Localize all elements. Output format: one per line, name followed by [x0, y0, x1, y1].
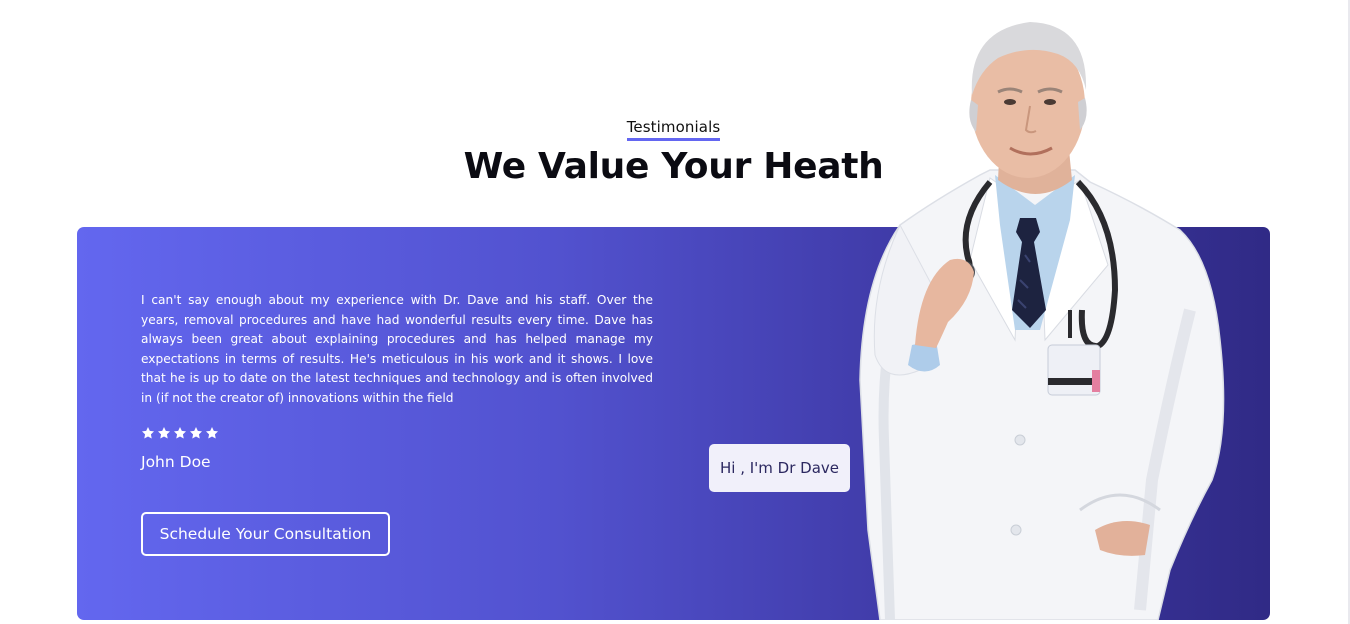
star-icon: [157, 427, 171, 439]
schedule-consultation-button[interactable]: Schedule Your Consultation: [141, 512, 390, 556]
testimonial-author: John Doe: [141, 453, 211, 471]
doctor-greeting-chip: Hi , I'm Dr Dave: [709, 444, 850, 492]
section-eyebrow-text: Testimonials: [626, 118, 721, 141]
star-icon: [141, 427, 155, 439]
rating-stars: [141, 426, 219, 440]
star-icon: [189, 427, 203, 439]
testimonial-quote: I can't say enough about my experience w…: [141, 293, 653, 405]
star-icon: [173, 427, 187, 439]
doctor-portrait: [840, 10, 1250, 620]
star-icon: [205, 427, 219, 439]
